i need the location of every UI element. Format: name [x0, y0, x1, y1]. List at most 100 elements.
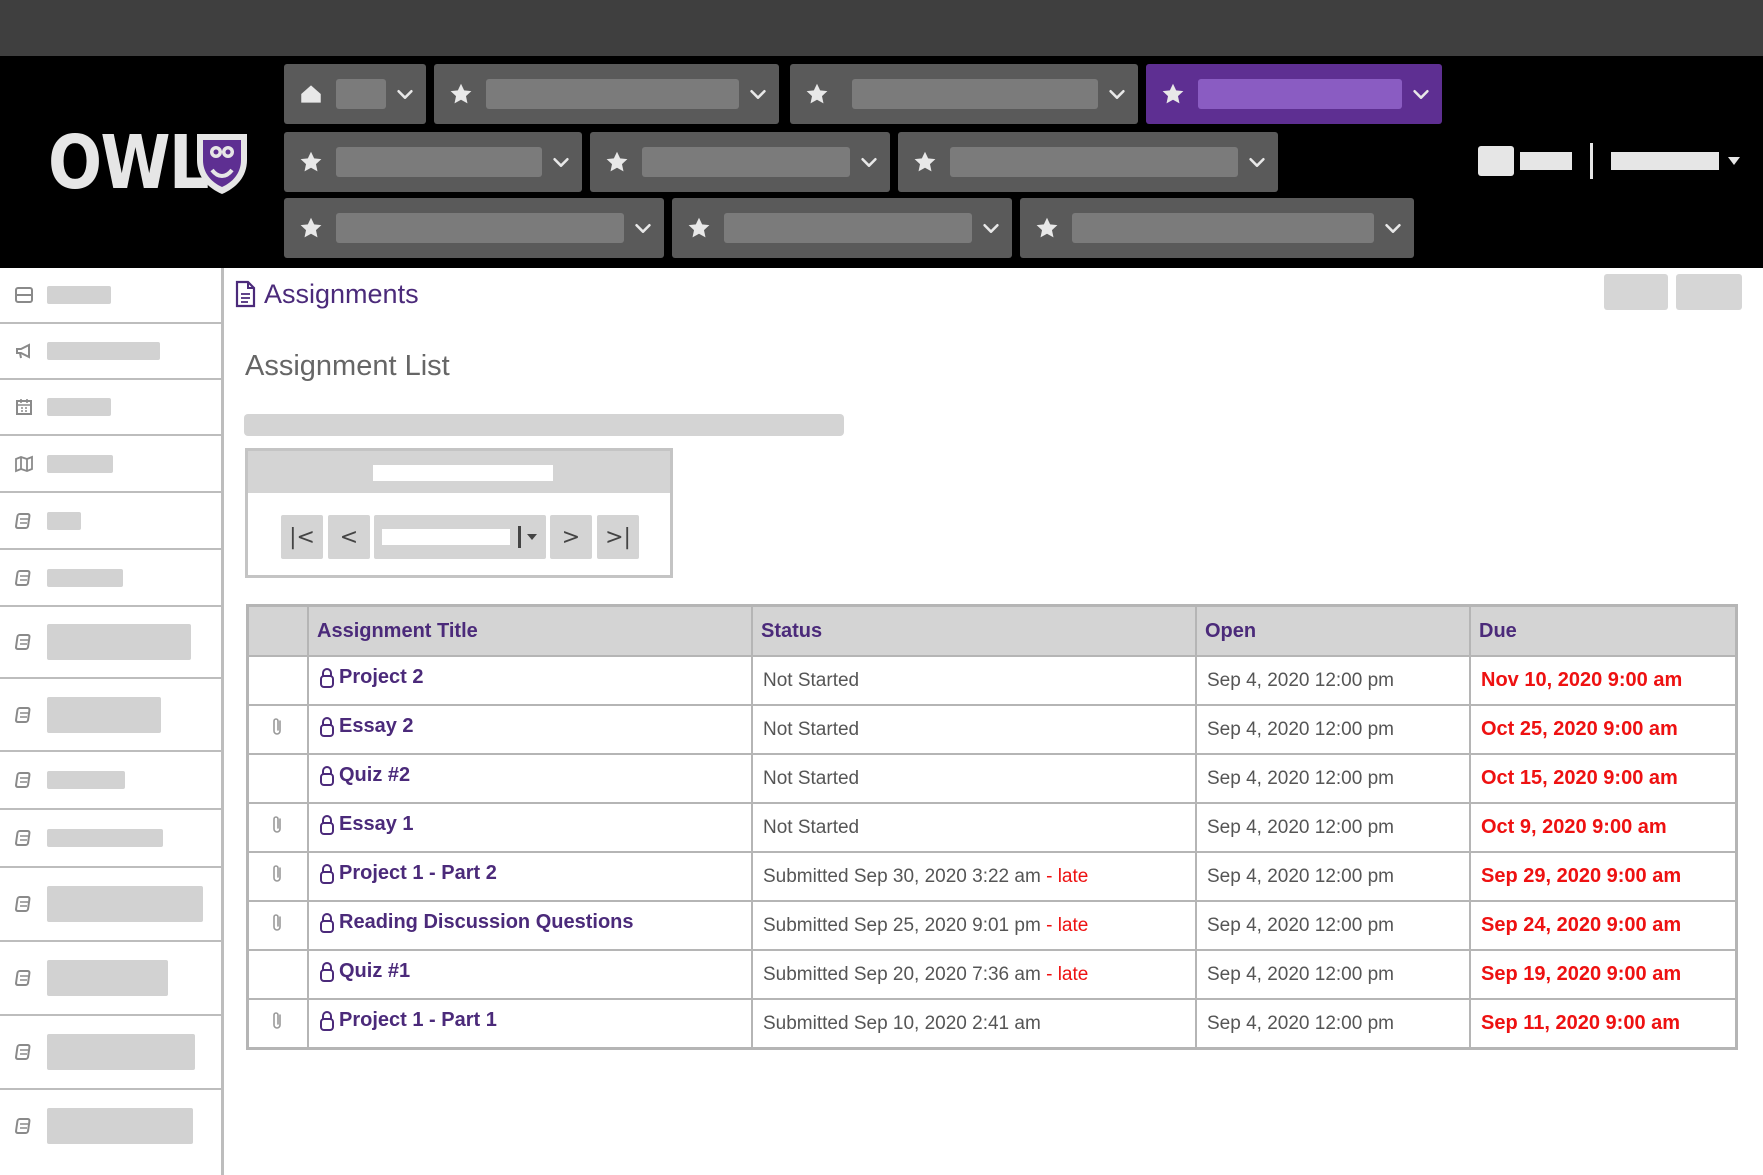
help-button[interactable]	[1676, 274, 1742, 310]
assignment-title-link[interactable]: Reading Discussion Questions	[319, 911, 634, 934]
assignment-title-link[interactable]: Essay 2	[319, 715, 414, 738]
due-date-cell: Oct 25, 2020 9:00 am	[1469, 704, 1738, 755]
assignment-title: Project 2	[339, 666, 424, 689]
last-page-button[interactable]: >|	[597, 515, 639, 559]
chevron-down-icon[interactable]	[858, 151, 880, 173]
site-tab-8[interactable]	[1020, 198, 1414, 258]
site-tab-2[interactable]	[790, 64, 1138, 124]
sidebar-item-overview[interactable]	[0, 268, 221, 324]
top-strip	[0, 0, 1763, 56]
open-column-header[interactable]: Open	[1195, 604, 1471, 657]
table-row: Essay 1 Not Started Sep 4, 2020 12:00 pm Oc…	[246, 802, 1738, 853]
chevron-down-icon[interactable]	[747, 83, 769, 105]
chevron-down-icon[interactable]	[1106, 83, 1128, 105]
status-text: Not Started	[763, 669, 860, 691]
assignment-title-link[interactable]: Quiz #1	[319, 960, 410, 983]
sidebar-item-tool-6[interactable]	[0, 550, 221, 607]
title-column-header[interactable]: Assignment Title	[307, 604, 753, 657]
lock-icon	[319, 716, 335, 738]
due-column-header[interactable]: Due	[1469, 604, 1738, 657]
sidebar-item-label	[47, 286, 111, 304]
attachment-cell	[246, 753, 309, 804]
chevron-down-icon[interactable]	[1382, 217, 1404, 239]
account-menu[interactable]	[1611, 152, 1719, 170]
star-icon[interactable]	[804, 81, 830, 107]
chevron-down-icon[interactable]	[394, 83, 416, 105]
site-tab-current[interactable]	[1146, 64, 1442, 124]
sidebar-item-tool-14[interactable]	[0, 1090, 221, 1162]
caret-down-icon[interactable]	[1727, 156, 1741, 166]
star-icon[interactable]	[448, 81, 474, 107]
sidebar-item-tool-11[interactable]	[0, 868, 221, 942]
assignment-table: Assignment Title Status Open Due Project…	[246, 604, 1738, 1050]
list-icon	[15, 287, 33, 303]
sidebar-item-tool-8[interactable]	[0, 679, 221, 752]
previous-page-button[interactable]: <	[328, 515, 370, 559]
sidebar-item-syllabus[interactable]	[0, 436, 221, 493]
star-icon[interactable]	[1034, 215, 1060, 241]
first-page-button[interactable]: |<	[281, 515, 323, 559]
sidebar-item-calendar[interactable]	[0, 380, 221, 436]
assignment-title-link[interactable]: Project 2	[319, 666, 423, 689]
site-tab-label	[336, 147, 542, 177]
assignment-title-link[interactable]: Essay 1	[319, 813, 414, 836]
star-icon[interactable]	[604, 149, 630, 175]
title-cell: Essay 1	[307, 802, 753, 853]
sidebar-item-label	[47, 342, 160, 360]
star-icon[interactable]	[1160, 81, 1186, 107]
sidebar-item-tool-12[interactable]	[0, 942, 221, 1016]
chevron-down-icon[interactable]	[1246, 151, 1268, 173]
open-date-cell: Sep 4, 2020 12:00 pm	[1195, 655, 1471, 706]
open-date-cell: Sep 4, 2020 12:00 pm	[1195, 753, 1471, 804]
sidebar-item-announcements[interactable]	[0, 324, 221, 380]
open-date-cell: Sep 4, 2020 12:00 pm	[1195, 900, 1471, 951]
sidebar-item-label	[47, 960, 168, 996]
sidebar-item-tool-9[interactable]	[0, 752, 221, 810]
attachment-cell	[246, 998, 309, 1050]
title-cell: Essay 2	[307, 704, 753, 755]
site-tab-label	[724, 213, 972, 243]
star-icon[interactable]	[912, 149, 938, 175]
site-tab-1[interactable]	[434, 64, 779, 124]
site-tab-3[interactable]	[284, 132, 582, 192]
status-text: Submitted Sep 10, 2020 2:41 am	[763, 1012, 1041, 1034]
status-cell: Submitted Sep 20, 2020 7:36 am - late	[751, 949, 1197, 1000]
site-tab-6[interactable]	[284, 198, 664, 258]
user-name[interactable]	[1520, 152, 1572, 170]
site-tab-label	[642, 147, 850, 177]
table-row: Project 1 - Part 2 Submitted Sep 30, 2020…	[246, 851, 1738, 902]
assignment-title-link[interactable]: Project 1 - Part 1	[319, 1009, 497, 1032]
status-column-header[interactable]: Status	[751, 604, 1197, 657]
chevron-down-icon[interactable]	[550, 151, 572, 173]
attachment-cell	[246, 900, 309, 951]
pager-header	[248, 451, 670, 493]
star-icon[interactable]	[298, 215, 324, 241]
page-size-select[interactable]	[374, 515, 546, 559]
star-icon[interactable]	[298, 149, 324, 175]
assignment-title-link[interactable]: Project 1 - Part 2	[319, 862, 497, 885]
site-tab-7[interactable]	[672, 198, 1012, 258]
sidebar-item-tool-7[interactable]	[0, 607, 221, 679]
link-button[interactable]	[1604, 274, 1668, 310]
chevron-down-icon[interactable]	[1410, 83, 1432, 105]
sidebar-item-tool-5[interactable]	[0, 493, 221, 550]
assignment-title-link[interactable]: Quiz #2	[319, 764, 410, 787]
status-text: Submitted Sep 30, 2020 3:22 am	[763, 865, 1041, 887]
star-icon[interactable]	[686, 215, 712, 241]
site-tab-label	[1072, 213, 1374, 243]
lock-icon	[319, 912, 335, 934]
chevron-down-icon[interactable]	[632, 217, 654, 239]
next-page-button[interactable]: >	[550, 515, 592, 559]
user-avatar[interactable]	[1478, 146, 1514, 176]
site-tab-4[interactable]	[590, 132, 890, 192]
chevron-down-icon[interactable]	[980, 217, 1002, 239]
site-tab-home[interactable]	[284, 64, 426, 124]
assignment-title: Project 1 - Part 1	[339, 1009, 497, 1032]
title-cell: Project 1 - Part 2	[307, 851, 753, 902]
document-icon	[14, 1043, 34, 1061]
sidebar-item-tool-10[interactable]	[0, 810, 221, 868]
owl-logo[interactable]: OWL	[48, 126, 250, 200]
site-tab-5[interactable]	[898, 132, 1278, 192]
sidebar-item-tool-13[interactable]	[0, 1016, 221, 1090]
assignment-title: Reading Discussion Questions	[339, 911, 634, 934]
